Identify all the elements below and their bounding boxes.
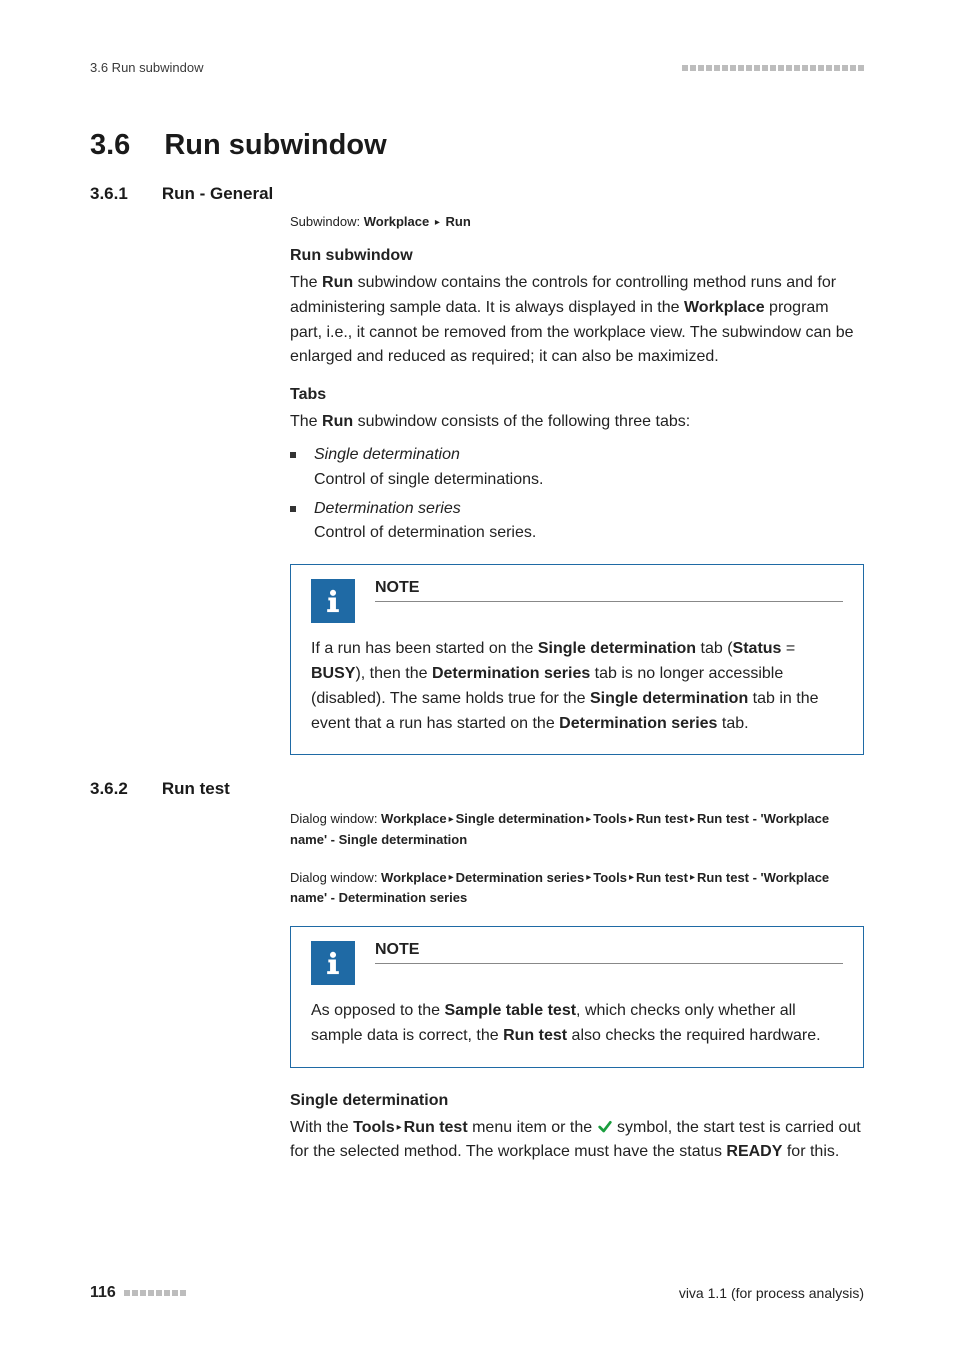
note-body: If a run has been started on the Single … — [291, 627, 863, 754]
info-icon — [311, 941, 355, 985]
section-title: Run subwindow — [164, 129, 386, 162]
bullet-icon — [290, 443, 300, 493]
note-body: As opposed to the Sample table test, whi… — [291, 989, 863, 1067]
list-item: Determination series Control of determin… — [290, 497, 864, 547]
list-item-title: Single determination — [314, 443, 543, 468]
page-number: 116 — [90, 1284, 116, 1302]
breadcrumb-item: Run — [446, 214, 471, 229]
note-title: NOTE — [375, 579, 843, 602]
heading-tabs: Tabs — [290, 386, 864, 404]
subsection-title: Run test — [162, 779, 230, 799]
breadcrumb: Dialog window: Workplace▸Single determin… — [290, 809, 864, 849]
breadcrumb-item: Workplace — [364, 214, 430, 229]
info-icon — [311, 579, 355, 623]
subsection-heading-3-6-2: 3.6.2 Run test — [90, 779, 864, 799]
breadcrumb-label: Dialog window: — [290, 870, 381, 885]
subsection-title: Run - General — [162, 184, 273, 204]
paragraph: The Run subwindow consists of the follow… — [290, 410, 864, 435]
list-item-desc: Control of single determinations. — [314, 468, 543, 493]
heading-run-subwindow: Run subwindow — [290, 247, 864, 265]
chevron-right-icon: ▸ — [627, 872, 636, 883]
product-name: viva 1.1 (for process analysis) — [679, 1285, 864, 1301]
subsection-number: 3.6.1 — [90, 184, 128, 204]
checkmark-icon — [597, 1119, 613, 1135]
chevron-right-icon: ▸ — [627, 814, 636, 825]
note-callout: NOTE If a run has been started on the Si… — [290, 564, 864, 755]
page-footer: 116 viva 1.1 (for process analysis) — [90, 1284, 864, 1302]
chevron-right-icon: ▸ — [688, 814, 697, 825]
chevron-right-icon: ▸ — [447, 814, 456, 825]
note-callout: NOTE As opposed to the Sample table test… — [290, 926, 864, 1068]
running-header-text: 3.6 Run subwindow — [90, 60, 203, 75]
chevron-right-icon: ▸ — [688, 872, 697, 883]
section-heading-3-6: 3.6 Run subwindow — [90, 129, 864, 162]
breadcrumb: Subwindow: Workplace ▸ Run — [290, 214, 864, 229]
note-title: NOTE — [375, 941, 843, 964]
running-header: 3.6 Run subwindow — [90, 60, 864, 75]
list-item-title: Determination series — [314, 497, 536, 522]
header-ornament — [682, 65, 864, 71]
chevron-right-icon: ▸ — [447, 872, 456, 883]
heading-single-determination: Single determination — [290, 1092, 864, 1110]
bullet-icon — [290, 497, 300, 547]
paragraph: The Run subwindow contains the controls … — [290, 271, 864, 370]
bullet-list: Single determination Control of single d… — [290, 443, 864, 546]
list-item-desc: Control of determination series. — [314, 521, 536, 546]
chevron-right-icon: ▸ — [584, 872, 593, 883]
list-item: Single determination Control of single d… — [290, 443, 864, 493]
chevron-right-icon: ▸ — [395, 1122, 404, 1133]
breadcrumb-label: Subwindow: — [290, 214, 364, 229]
breadcrumb-label: Dialog window: — [290, 811, 381, 826]
subsection-heading-3-6-1: 3.6.1 Run - General — [90, 184, 864, 204]
chevron-right-icon: ▸ — [433, 217, 442, 228]
subsection-number: 3.6.2 — [90, 779, 128, 799]
section-number: 3.6 — [90, 129, 130, 162]
footer-ornament — [124, 1290, 186, 1296]
paragraph: With the Tools▸Run test menu item or the… — [290, 1116, 864, 1166]
chevron-right-icon: ▸ — [584, 814, 593, 825]
breadcrumb: Dialog window: Workplace▸Determination s… — [290, 868, 864, 908]
